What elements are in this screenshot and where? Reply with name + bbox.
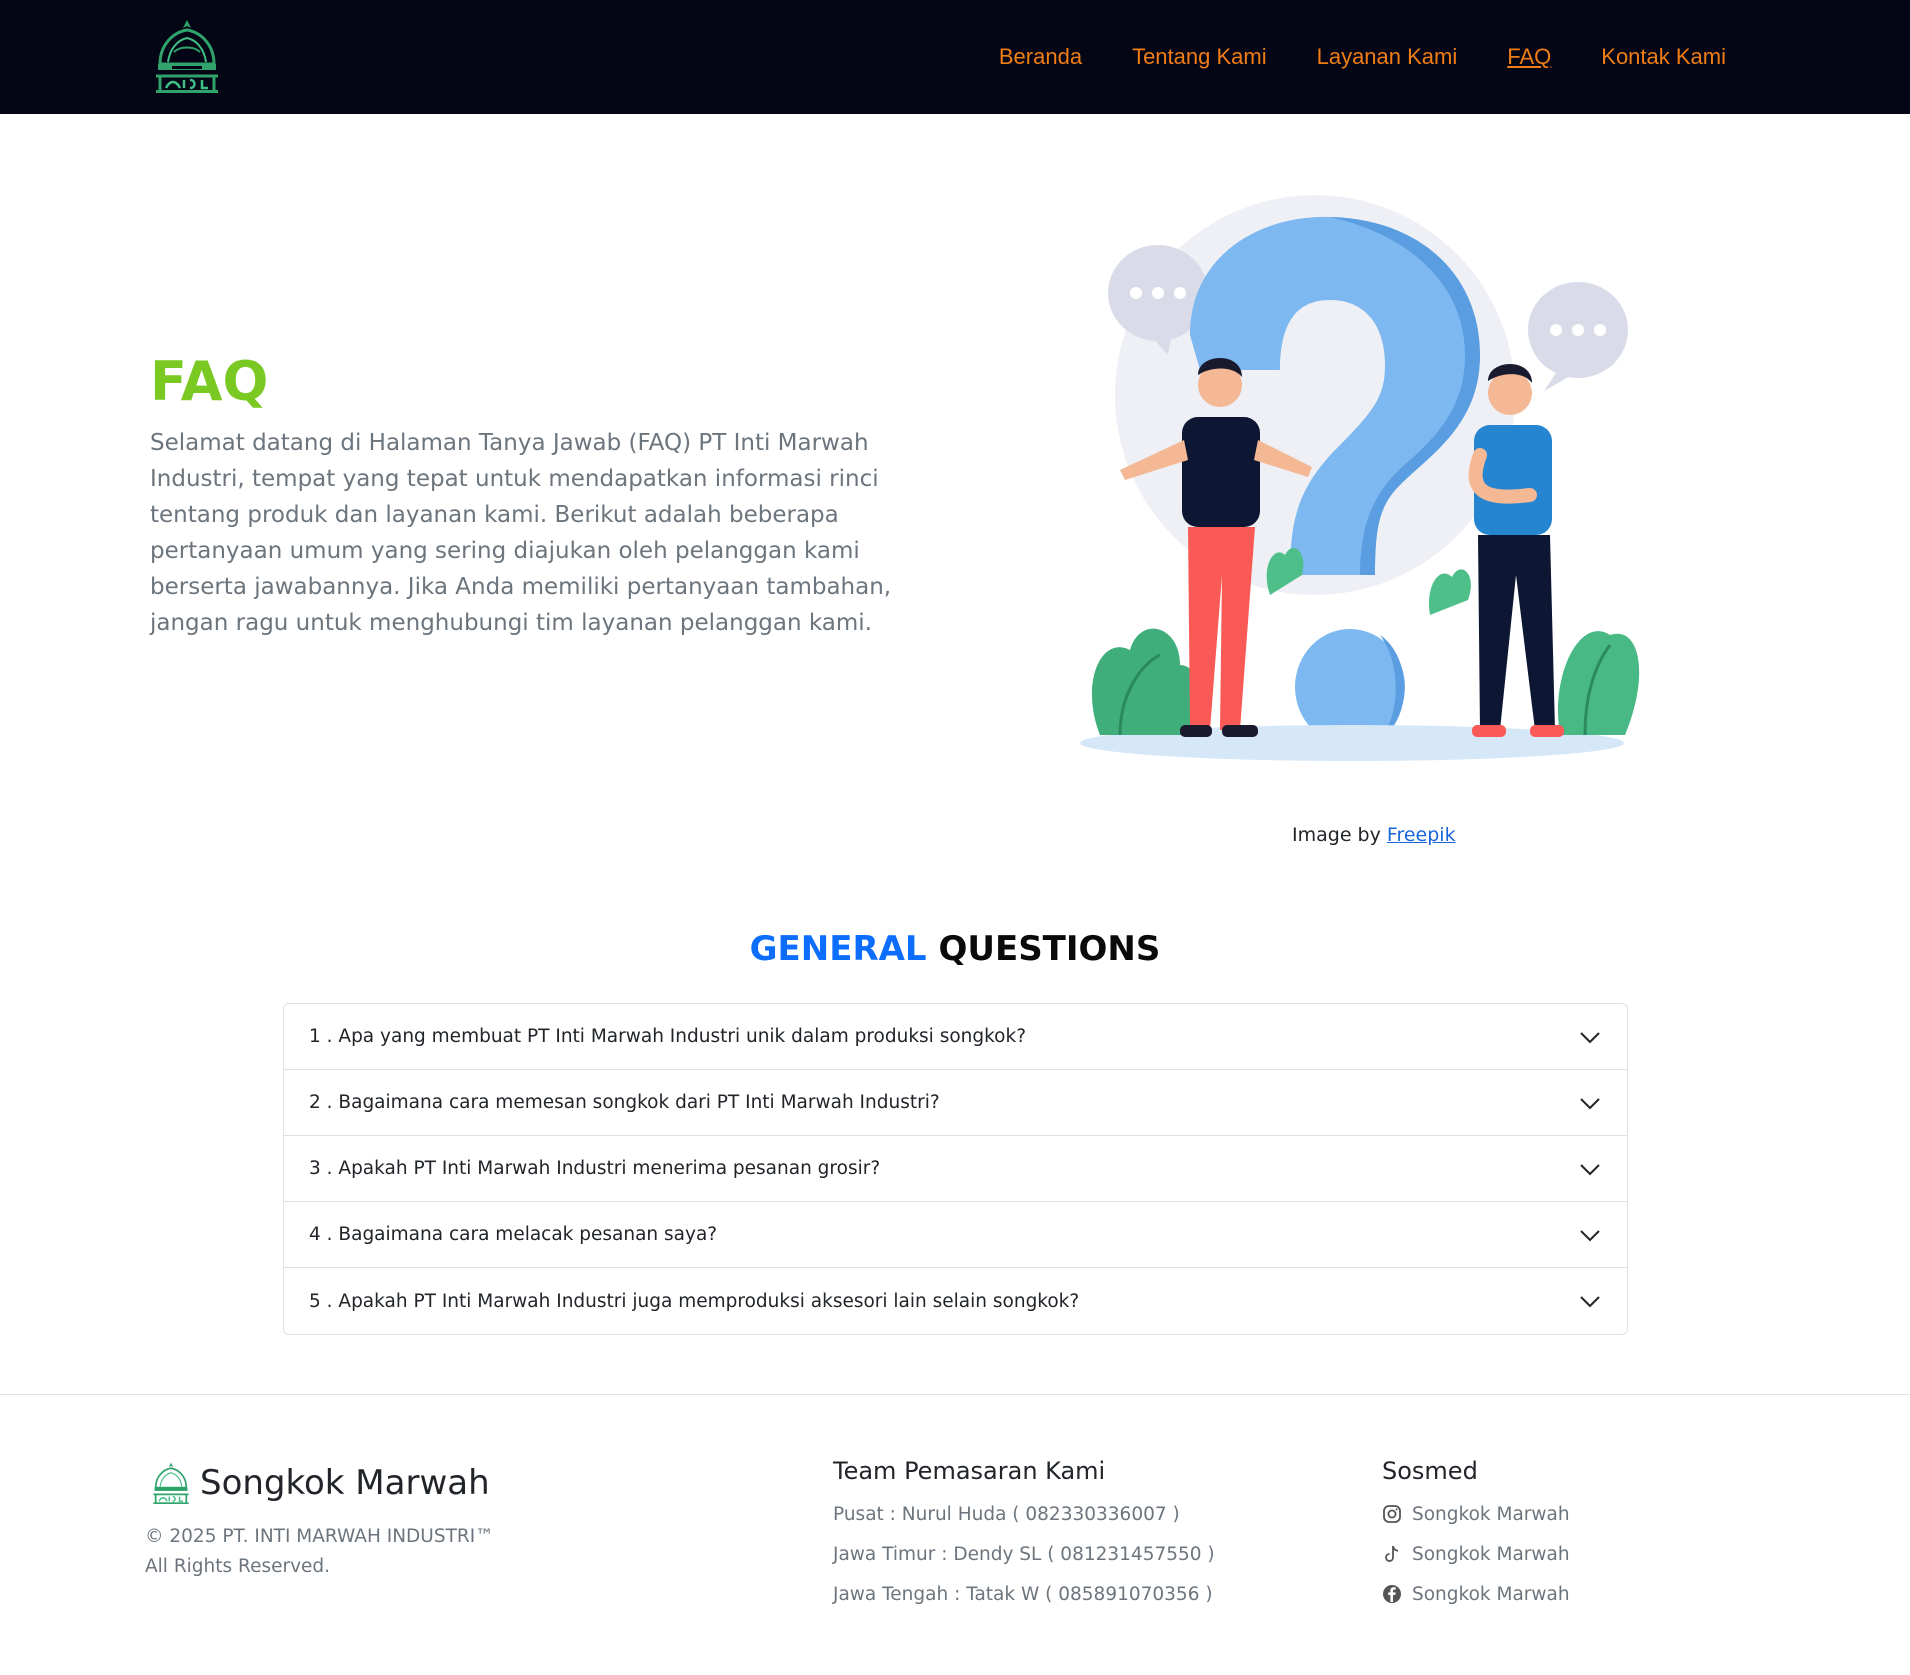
facebook-icon [1383,1585,1401,1603]
social-link-instagram[interactable]: Songkok Marwah [1382,1494,1570,1534]
social-title: Sosmed [1382,1457,1478,1485]
footer-brand: Songkok Marwah [150,1461,490,1505]
team-title: Team Pemasaran Kami [833,1457,1106,1485]
page-title: FAQ [150,350,269,413]
faq-accordion: 1 . Apa yang membuat PT Inti Marwah Indu… [283,1003,1628,1335]
social-list: Songkok Marwah Songkok Marwah Songkok Ma… [1382,1494,1570,1614]
footer: Songkok Marwah © 2025 PT. INTI MARWAH IN… [0,1394,1910,1675]
social-label: Songkok Marwah [1412,1583,1570,1605]
chevron-down-icon[interactable] [1577,1288,1603,1314]
chevron-down-icon[interactable] [1577,1156,1603,1182]
songkok-marwah-logo [153,1462,189,1504]
image-credit: Image by Freepik [1292,824,1456,846]
faq-item-4[interactable]: 4 . Bagaimana cara melacak pesanan saya? [284,1202,1627,1268]
faq-title-highlight: GENERAL [749,929,927,969]
footer-copyright: © 2025 PT. INTI MARWAH INDUSTRI™ All Rig… [145,1522,494,1582]
nav-link-kontak-kami[interactable]: Kontak Kami [1601,44,1726,70]
chevron-down-icon[interactable] [1577,1090,1603,1116]
nav-link-beranda[interactable]: Beranda [999,44,1082,70]
nav-link-faq[interactable]: FAQ [1507,44,1551,70]
nav-link-layanan-kami[interactable]: Layanan Kami [1317,44,1458,70]
faq-item-3[interactable]: 3 . Apakah PT Inti Marwah Industri mener… [284,1136,1627,1202]
faq-item-5[interactable]: 5 . Apakah PT Inti Marwah Industri juga … [284,1268,1627,1334]
instagram-icon [1383,1505,1401,1523]
social-link-facebook[interactable]: Songkok Marwah [1382,1574,1570,1614]
team-list: Pusat : Nurul Huda ( 082330336007 ) Jawa… [833,1494,1215,1614]
social-label: Songkok Marwah [1412,1543,1570,1565]
tiktok-icon [1385,1545,1399,1562]
nav-link-tentang-kami[interactable]: Tentang Kami [1132,44,1267,70]
chevron-down-icon[interactable] [1577,1222,1603,1248]
chevron-down-icon[interactable] [1577,1024,1603,1050]
team-contact: Jawa Timur : Dendy SL ( 081231457550 ) [833,1543,1215,1565]
faq-question: 3 . Apakah PT Inti Marwah Industri mener… [309,1158,881,1179]
faq-illustration [1080,195,1640,761]
image-credit-text: Image by [1292,824,1381,846]
social-label: Songkok Marwah [1412,1503,1570,1525]
faq-question: 1 . Apa yang membuat PT Inti Marwah Indu… [309,1026,1027,1047]
hero-description: Selamat datang di Halaman Tanya Jawab (F… [150,430,892,636]
faq-item-1[interactable]: 1 . Apa yang membuat PT Inti Marwah Indu… [284,1004,1627,1070]
speech-bubble-right [1528,282,1628,391]
main-nav: Beranda Tentang Kami Layanan Kami FAQ Ko… [949,0,1726,114]
faq-question: 4 . Bagaimana cara melacak pesanan saya? [309,1224,718,1245]
rights-text: All Rights Reserved. [145,1556,331,1577]
footer-brand-name: Songkok Marwah [200,1463,490,1503]
team-contact: Jawa Tengah : Tatak W ( 085891070356 ) [833,1583,1213,1605]
faq-question: 5 . Apakah PT Inti Marwah Industri juga … [309,1290,1080,1312]
faq-question: 2 . Bagaimana cara memesan songkok dari … [309,1092,940,1113]
songkok-marwah-logo[interactable] [150,18,224,94]
social-link-tiktok[interactable]: Songkok Marwah [1382,1534,1570,1574]
team-contact: Pusat : Nurul Huda ( 082330336007 ) [833,1503,1180,1525]
faq-title-rest: QUESTIONS [938,929,1161,969]
freepik-link[interactable]: Freepik [1387,824,1456,846]
faq-section-title: GENERAL QUESTIONS [0,929,1910,969]
copyright-text: © 2025 PT. INTI MARWAH INDUSTRI™ [145,1526,494,1547]
navbar: Beranda Tentang Kami Layanan Kami FAQ Ko… [0,0,1910,114]
faq-item-2[interactable]: 2 . Bagaimana cara memesan songkok dari … [284,1070,1627,1136]
